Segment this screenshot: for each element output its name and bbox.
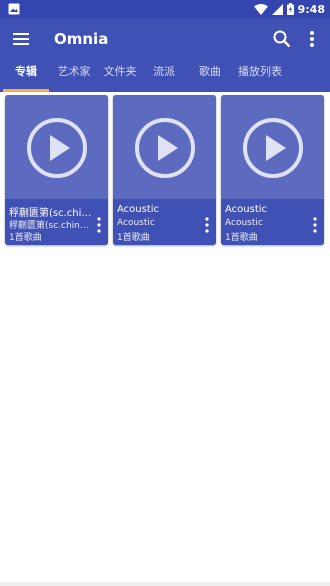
album-info: Acoustic Acoustic 1首歌曲 (221, 199, 324, 245)
battery-icon (286, 3, 294, 15)
more-vert-icon[interactable] (302, 27, 322, 51)
signal-icon (271, 3, 283, 15)
album-info: Acoustic Acoustic 1首歌曲 (113, 199, 216, 245)
album-name: Acoustic (225, 204, 268, 215)
album-artist: Acoustic (225, 218, 263, 228)
album-song-count: 1首歌曲 (9, 233, 42, 243)
album-info: 稃蒯匮第(sc.chinaz.com) 稃蒯匮第(sc.chinaz.com) … (5, 199, 108, 245)
more-vert-icon[interactable] (309, 215, 321, 235)
album-name: Acoustic (117, 204, 160, 215)
album-name: 稃蒯匮第(sc.chinaz.com) (9, 208, 93, 219)
more-vert-icon[interactable] (201, 215, 213, 235)
tab-indicator (3, 89, 49, 92)
status-bar: 9:48 (0, 0, 330, 18)
bottom-divider (0, 582, 330, 586)
menu-icon[interactable] (10, 27, 34, 51)
album-card[interactable]: Acoustic Acoustic 1首歌曲 (221, 95, 324, 245)
tab-bar: 专辑 艺术家 文件夹 流派 歌曲 播放列表 (0, 60, 330, 92)
album-art (221, 95, 324, 199)
tab-songs[interactable]: 歌曲 (192, 60, 228, 92)
app-bar: Omnia (0, 18, 330, 60)
image-notification-icon (8, 3, 20, 15)
play-circle-icon (135, 118, 195, 178)
tab-folders[interactable]: 文件夹 (100, 60, 140, 92)
tab-genres[interactable]: 流派 (146, 60, 182, 92)
tab-albums[interactable]: 专辑 (3, 60, 49, 92)
album-song-count: 1首歌曲 (117, 233, 150, 243)
album-art (113, 95, 216, 199)
album-card[interactable]: Acoustic Acoustic 1首歌曲 (113, 95, 216, 245)
play-circle-icon (27, 118, 87, 178)
album-art (5, 95, 108, 199)
tab-artists[interactable]: 艺术家 (52, 60, 96, 92)
tab-playlists[interactable]: 播放列表 (234, 60, 286, 92)
status-time: 9:48 (297, 2, 325, 16)
play-circle-icon (243, 118, 303, 178)
wifi-icon (253, 3, 268, 15)
album-artist: Acoustic (117, 218, 155, 228)
app-title: Omnia (54, 30, 109, 48)
more-vert-icon[interactable] (93, 215, 105, 235)
album-song-count: 1首歌曲 (225, 233, 258, 243)
album-card[interactable]: 稃蒯匮第(sc.chinaz.com) 稃蒯匮第(sc.chinaz.com) … (5, 95, 108, 245)
search-icon[interactable] (270, 27, 294, 51)
